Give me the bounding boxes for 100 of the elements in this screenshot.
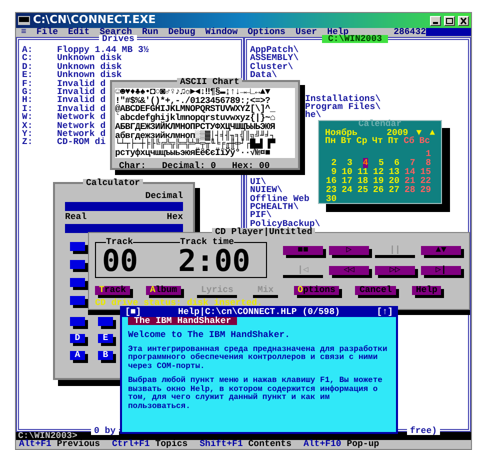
menu-item[interactable]: Run xyxy=(142,28,158,37)
day-cell[interactable]: 17 xyxy=(342,176,352,186)
key-action[interactable]: Pop-up xyxy=(346,439,380,449)
day-cell[interactable]: 16 xyxy=(326,176,337,186)
maximize-button[interactable] xyxy=(444,16,455,26)
player-button[interactable]: Options xyxy=(294,286,340,295)
folder-item[interactable]: Cluster\ xyxy=(250,62,294,72)
drive-name[interactable]: Invalid d xyxy=(57,104,106,114)
drive-name[interactable]: Unknown disk xyxy=(57,71,122,80)
key-action[interactable]: Topics xyxy=(155,439,188,449)
player-button[interactable]: Track xyxy=(95,286,130,295)
day-cell[interactable]: 26 xyxy=(373,185,384,196)
next-button[interactable]: ▲ xyxy=(430,129,435,138)
calculator-button[interactable]: B xyxy=(98,351,113,360)
key-action[interactable]: Contents xyxy=(248,439,292,449)
folder-item[interactable]: Program Files\ xyxy=(305,103,381,112)
drive-name[interactable]: Network d xyxy=(57,130,106,138)
character-row[interactable]: `abcdefghijklmnopqrstuvwxyz{|}~⌂ xyxy=(115,114,295,123)
drive-name[interactable]: Unknown disk xyxy=(57,54,122,63)
drive-letter[interactable]: A: xyxy=(22,46,57,54)
day-cell[interactable]: 2 xyxy=(331,158,337,168)
drive-name[interactable]: Floppy 1.44 MB 3½ xyxy=(57,46,149,54)
calculator-button[interactable]: A xyxy=(70,351,85,360)
player-button[interactable]: Album xyxy=(146,286,182,295)
calculator-button[interactable] xyxy=(70,278,85,287)
drive-letter[interactable]: C: xyxy=(22,54,57,63)
drive-name[interactable]: Invalid d xyxy=(57,96,106,105)
drive-letter[interactable]: X: xyxy=(22,122,57,130)
menu-item[interactable]: Window xyxy=(205,28,238,37)
topic-tab[interactable]: The IBM HandShaker xyxy=(128,317,238,326)
day-cell[interactable]: 10 xyxy=(342,167,352,178)
calculator-button[interactable] xyxy=(70,242,85,251)
drive-name[interactable]: Invalid d xyxy=(57,88,106,96)
character-row[interactable]: ☺☻♥♦♣♠•◘○◙♂♀♪♫☼►◄↕‼¶§▬↨↑↓→←∟↔▲▼ xyxy=(115,88,295,97)
drive-letter[interactable]: Y: xyxy=(22,130,57,138)
drive-name[interactable]: Network d xyxy=(57,113,106,122)
day-cell[interactable]: 4 xyxy=(362,158,368,168)
menu-item[interactable]: ≡ xyxy=(21,28,26,37)
menu-item[interactable]: Debug xyxy=(168,28,196,37)
close-button[interactable]: [■] xyxy=(125,308,142,317)
day-cell[interactable]: 18 xyxy=(357,176,368,186)
key-action[interactable]: Previous xyxy=(56,439,100,449)
character-row[interactable]: @ABCDEFGHIJKLMNOPQRSTUVWXYZ[\]^_ xyxy=(115,105,295,114)
day-cell[interactable]: 25 xyxy=(357,185,368,196)
drive-name[interactable]: Invalid d xyxy=(57,80,106,88)
calculator-button[interactable] xyxy=(98,317,113,326)
day-cell[interactable]: 3 xyxy=(347,158,352,168)
character-row[interactable]: рстуфхцчшщъыьэюяЁёЄєЇїЎў°∙·√№¤■ xyxy=(115,148,295,158)
folder-item[interactable]: he\ xyxy=(305,111,322,120)
day-cell[interactable]: 19 xyxy=(373,176,384,186)
minimize-button[interactable] xyxy=(430,16,441,26)
close-button[interactable] xyxy=(458,16,469,26)
calculator-button[interactable] xyxy=(70,260,85,269)
folder-item[interactable]: ASSEMBLY\ xyxy=(250,54,299,63)
folder-item[interactable]: NUIEW\ xyxy=(250,186,282,195)
drive-letter[interactable]: I: xyxy=(22,104,57,114)
folder-item[interactable]: PolicyBackup\ xyxy=(250,220,320,228)
day-cell[interactable]: 24 xyxy=(342,185,352,196)
calculator-button[interactable]: E xyxy=(98,334,113,343)
day-cell[interactable]: 13 xyxy=(388,167,400,178)
drive-letter[interactable]: G: xyxy=(22,88,57,96)
day-cell[interactable]: 30 xyxy=(326,194,337,204)
key-label[interactable]: Alt+F1 xyxy=(19,439,52,449)
folder-item[interactable]: Installations\ xyxy=(305,94,381,104)
day-cell[interactable]: 27 xyxy=(388,185,400,196)
day-cell[interactable]: 6 xyxy=(394,158,400,168)
key-label[interactable]: Alt+F10 xyxy=(304,439,342,449)
folder-item[interactable]: PIF\ xyxy=(250,211,272,220)
drive-name[interactable]: Unknown disk xyxy=(57,62,122,72)
folder-item[interactable]: AppPatch\ xyxy=(250,46,299,54)
year-label[interactable]: 2009 xyxy=(386,129,408,138)
key-label[interactable]: Ctrl+F1 xyxy=(112,439,150,449)
menu-item[interactable]: Options xyxy=(248,28,286,37)
drive-name[interactable]: CD-ROM di xyxy=(57,138,106,147)
day-cell[interactable]: 11 xyxy=(357,167,368,178)
calculator-button[interactable] xyxy=(70,296,85,305)
folder-item[interactable]: PCHEALTH\ xyxy=(250,203,299,212)
drive-name[interactable]: Network d xyxy=(57,122,106,130)
drive-letter[interactable]: F: xyxy=(22,80,57,88)
prev-button[interactable]: ▼ xyxy=(416,129,422,138)
drive-letter[interactable]: E: xyxy=(22,71,57,80)
key-label[interactable]: Shift+F1 xyxy=(200,439,243,449)
drive-letter[interactable]: W: xyxy=(22,113,57,122)
calculator-button[interactable]: D xyxy=(70,334,85,343)
day-cell[interactable]: 23 xyxy=(326,185,337,196)
day-cell[interactable]: 9 xyxy=(331,167,337,178)
drive-letter[interactable]: D: xyxy=(22,62,57,72)
menu-item[interactable]: File xyxy=(36,28,58,37)
drive-letter[interactable]: Z: xyxy=(22,138,57,147)
day-cell[interactable]: 5 xyxy=(378,158,384,168)
month-label[interactable]: Ноябрь xyxy=(325,129,358,138)
calculator-button[interactable] xyxy=(70,317,85,326)
menu-item[interactable]: Edit xyxy=(68,28,90,37)
character-row[interactable]: └┴┬├─┼╞╟╚╔╩╦╠═╬╧╨╤╥╙╘╒╓╫╪┘┌█▄▌▐▀ xyxy=(115,140,295,149)
menu-item[interactable]: User xyxy=(295,28,318,37)
folder-item[interactable]: Offline Web xyxy=(250,194,310,204)
folder-item[interactable]: Data\ xyxy=(250,71,278,80)
day-cell[interactable]: 20 xyxy=(388,176,400,186)
day-cell[interactable]: 12 xyxy=(373,167,384,178)
zoom-button[interactable]: [↑] xyxy=(376,308,393,317)
